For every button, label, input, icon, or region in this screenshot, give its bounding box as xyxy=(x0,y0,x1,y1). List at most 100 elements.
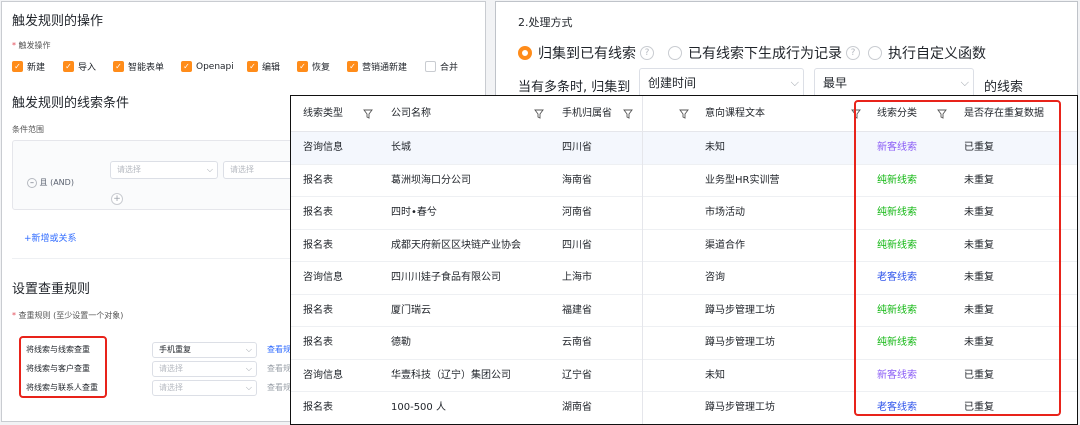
collect-field-select[interactable]: 创建时间 ⌵ xyxy=(639,68,804,96)
view-rule-link[interactable]: 查看规 xyxy=(267,382,291,393)
cell-type: 报名表 xyxy=(303,402,333,413)
process-panel: 2.处理方式 归集到已有线索? 已有线索下生成行为记录? 执行自定义函数 当有多条时… xyxy=(495,1,1078,97)
cell-course: 蹲马步管理工坊 xyxy=(705,402,775,413)
cell-province: 湖南省 xyxy=(562,402,592,413)
cell-type: 报名表 xyxy=(303,207,333,218)
column-header: 手机归属省 xyxy=(562,108,612,119)
cell-company: 华壹科技（辽宁）集团公司 xyxy=(391,369,511,381)
cell-type: 咨询信息 xyxy=(303,272,343,283)
cell-course: 蹲马步管理工坊 xyxy=(705,304,775,316)
process-option-label: 已有线索下生成行为记录 xyxy=(688,45,842,62)
cell-type: 报名表 xyxy=(303,239,333,251)
trigger-ops-title: 触发规则的操作 xyxy=(12,14,104,29)
cell-company: 葛洲坝海口分公司 xyxy=(391,174,471,186)
checkbox-5[interactable]: ✓ 恢复 xyxy=(297,56,330,75)
checkbox-0[interactable]: ✓ 新建 xyxy=(12,56,45,75)
checkbox-7[interactable]: 合并 xyxy=(425,56,458,75)
condition-field-select[interactable]: 请选择 ⌵ xyxy=(110,161,218,179)
process-option-label: 执行自定义函数 xyxy=(888,45,986,62)
checkbox-icon[interactable]: ✓ xyxy=(247,61,258,72)
cell-province: 上海市 xyxy=(562,272,592,283)
checkbox-2[interactable]: ✓ 智能表单 xyxy=(113,56,164,75)
dup-row-select[interactable]: 请选择 ⌵ xyxy=(152,361,257,377)
cell-course: 未知 xyxy=(705,142,725,153)
cell-course: 业务型HR实训营 xyxy=(705,174,780,186)
condition-operator-select[interactable]: 请选择 xyxy=(223,161,293,179)
filter-icon[interactable] xyxy=(679,109,689,119)
chevron-down-icon: ⌵ xyxy=(206,165,213,174)
process-option-2[interactable]: 执行自定义函数 xyxy=(868,42,986,63)
cell-type: 报名表 xyxy=(303,304,333,316)
cond-title: 触发规则的线索条件 xyxy=(12,96,130,111)
process-option-label: 归集到已有线索 xyxy=(538,45,636,62)
checkbox-icon[interactable]: ✓ xyxy=(347,61,358,72)
help-icon[interactable]: ? xyxy=(846,45,860,60)
column-header: 线索类型 xyxy=(303,108,343,119)
process-option-0[interactable]: 归集到已有线索? xyxy=(518,42,654,63)
multi-prefix: 当有多条时, 归集到 xyxy=(518,80,631,95)
radio-icon[interactable] xyxy=(668,45,682,60)
checkbox-6[interactable]: ✓ 营销通新建 xyxy=(347,56,407,75)
checkbox-label: 编辑 xyxy=(262,63,281,73)
filter-icon[interactable] xyxy=(534,109,544,119)
cell-province: 云南省 xyxy=(562,337,592,348)
collapse-icon[interactable]: – xyxy=(27,178,37,188)
cell-province: 辽宁省 xyxy=(562,369,592,381)
and-group[interactable]: – 且 (AND) xyxy=(27,177,74,188)
trigger-ops-label: * 触发操作 xyxy=(12,41,51,50)
cell-type: 报名表 xyxy=(303,337,333,348)
suffix: 的线索 xyxy=(984,80,1024,95)
checkbox-icon[interactable]: ✓ xyxy=(181,61,192,72)
filter-icon[interactable] xyxy=(363,109,373,119)
cell-type: 报名表 xyxy=(303,174,333,186)
checkbox-1[interactable]: ✓ 导入 xyxy=(63,56,96,75)
chevron-down-icon: ⌵ xyxy=(245,364,252,373)
cell-province: 四川省 xyxy=(562,239,592,251)
column-divider xyxy=(642,96,643,424)
cell-company: 长城 xyxy=(391,142,411,153)
leads-table-panel: 线索类型 公司名称 手机归属省 意向课程文本 线索分类 是否存在重复数据 咨询信息 长城 四川… xyxy=(290,95,1078,425)
radio-icon[interactable] xyxy=(868,45,882,60)
cell-type: 咨询信息 xyxy=(303,369,343,381)
cell-course: 市场活动 xyxy=(705,207,745,218)
cell-course: 未知 xyxy=(705,369,725,381)
view-rule-link[interactable]: 查看规 xyxy=(267,363,291,374)
chevron-down-icon: ⌵ xyxy=(790,76,799,89)
cell-course: 咨询 xyxy=(705,272,725,283)
help-icon[interactable]: ? xyxy=(640,45,654,60)
checkbox-icon[interactable]: ✓ xyxy=(297,61,308,72)
cond-range-label: 条件范围 xyxy=(12,125,44,134)
dup-row-select[interactable]: 手机重复 ⌵ xyxy=(152,342,257,358)
cell-province: 河南省 xyxy=(562,207,592,218)
cell-company: 四时•春兮 xyxy=(391,207,437,218)
cell-province: 海南省 xyxy=(562,174,592,186)
dup-title: 设置查重规则 xyxy=(12,282,91,297)
cell-company: 德勒 xyxy=(391,337,411,348)
cell-company: 成都天府新区区块链产业协会 xyxy=(391,239,521,251)
checkbox-icon[interactable]: ✓ xyxy=(113,61,124,72)
checkbox-icon[interactable] xyxy=(425,61,436,72)
view-rule-link[interactable]: 查看规 xyxy=(267,344,291,355)
checkbox-icon[interactable]: ✓ xyxy=(63,61,74,72)
dup-rule-label: * 查重规则 (至少设置一个对象) xyxy=(12,311,124,320)
cell-province: 四川省 xyxy=(562,142,592,153)
checkbox-label: 合并 xyxy=(440,63,459,73)
checkbox-4[interactable]: ✓ 编辑 xyxy=(247,56,280,75)
dup-row-select[interactable]: 请选择 ⌵ xyxy=(152,380,257,396)
process-option-1[interactable]: 已有线索下生成行为记录? xyxy=(668,42,860,63)
add-or-link[interactable]: +新增或关系 xyxy=(24,231,77,244)
checkbox-label: Openapi xyxy=(196,61,234,72)
cell-type: 咨询信息 xyxy=(303,142,343,153)
chevron-down-icon: ⌵ xyxy=(960,76,969,89)
checkbox-label: 新建 xyxy=(27,63,46,73)
cell-course: 蹲马步管理工坊 xyxy=(705,337,775,348)
filter-icon[interactable] xyxy=(623,109,633,119)
chevron-down-icon: ⌵ xyxy=(245,345,252,354)
checkbox-label: 营销通新建 xyxy=(362,63,408,73)
checkbox-icon[interactable]: ✓ xyxy=(12,61,23,72)
collect-order-select[interactable]: 最早 ⌵ xyxy=(814,68,974,96)
radio-icon[interactable] xyxy=(518,45,532,60)
checkbox-3[interactable]: ✓ Openapi xyxy=(181,56,234,75)
add-condition-icon[interactable]: + xyxy=(111,193,123,205)
cell-company: 四川川娃子食品有限公司 xyxy=(391,272,501,283)
